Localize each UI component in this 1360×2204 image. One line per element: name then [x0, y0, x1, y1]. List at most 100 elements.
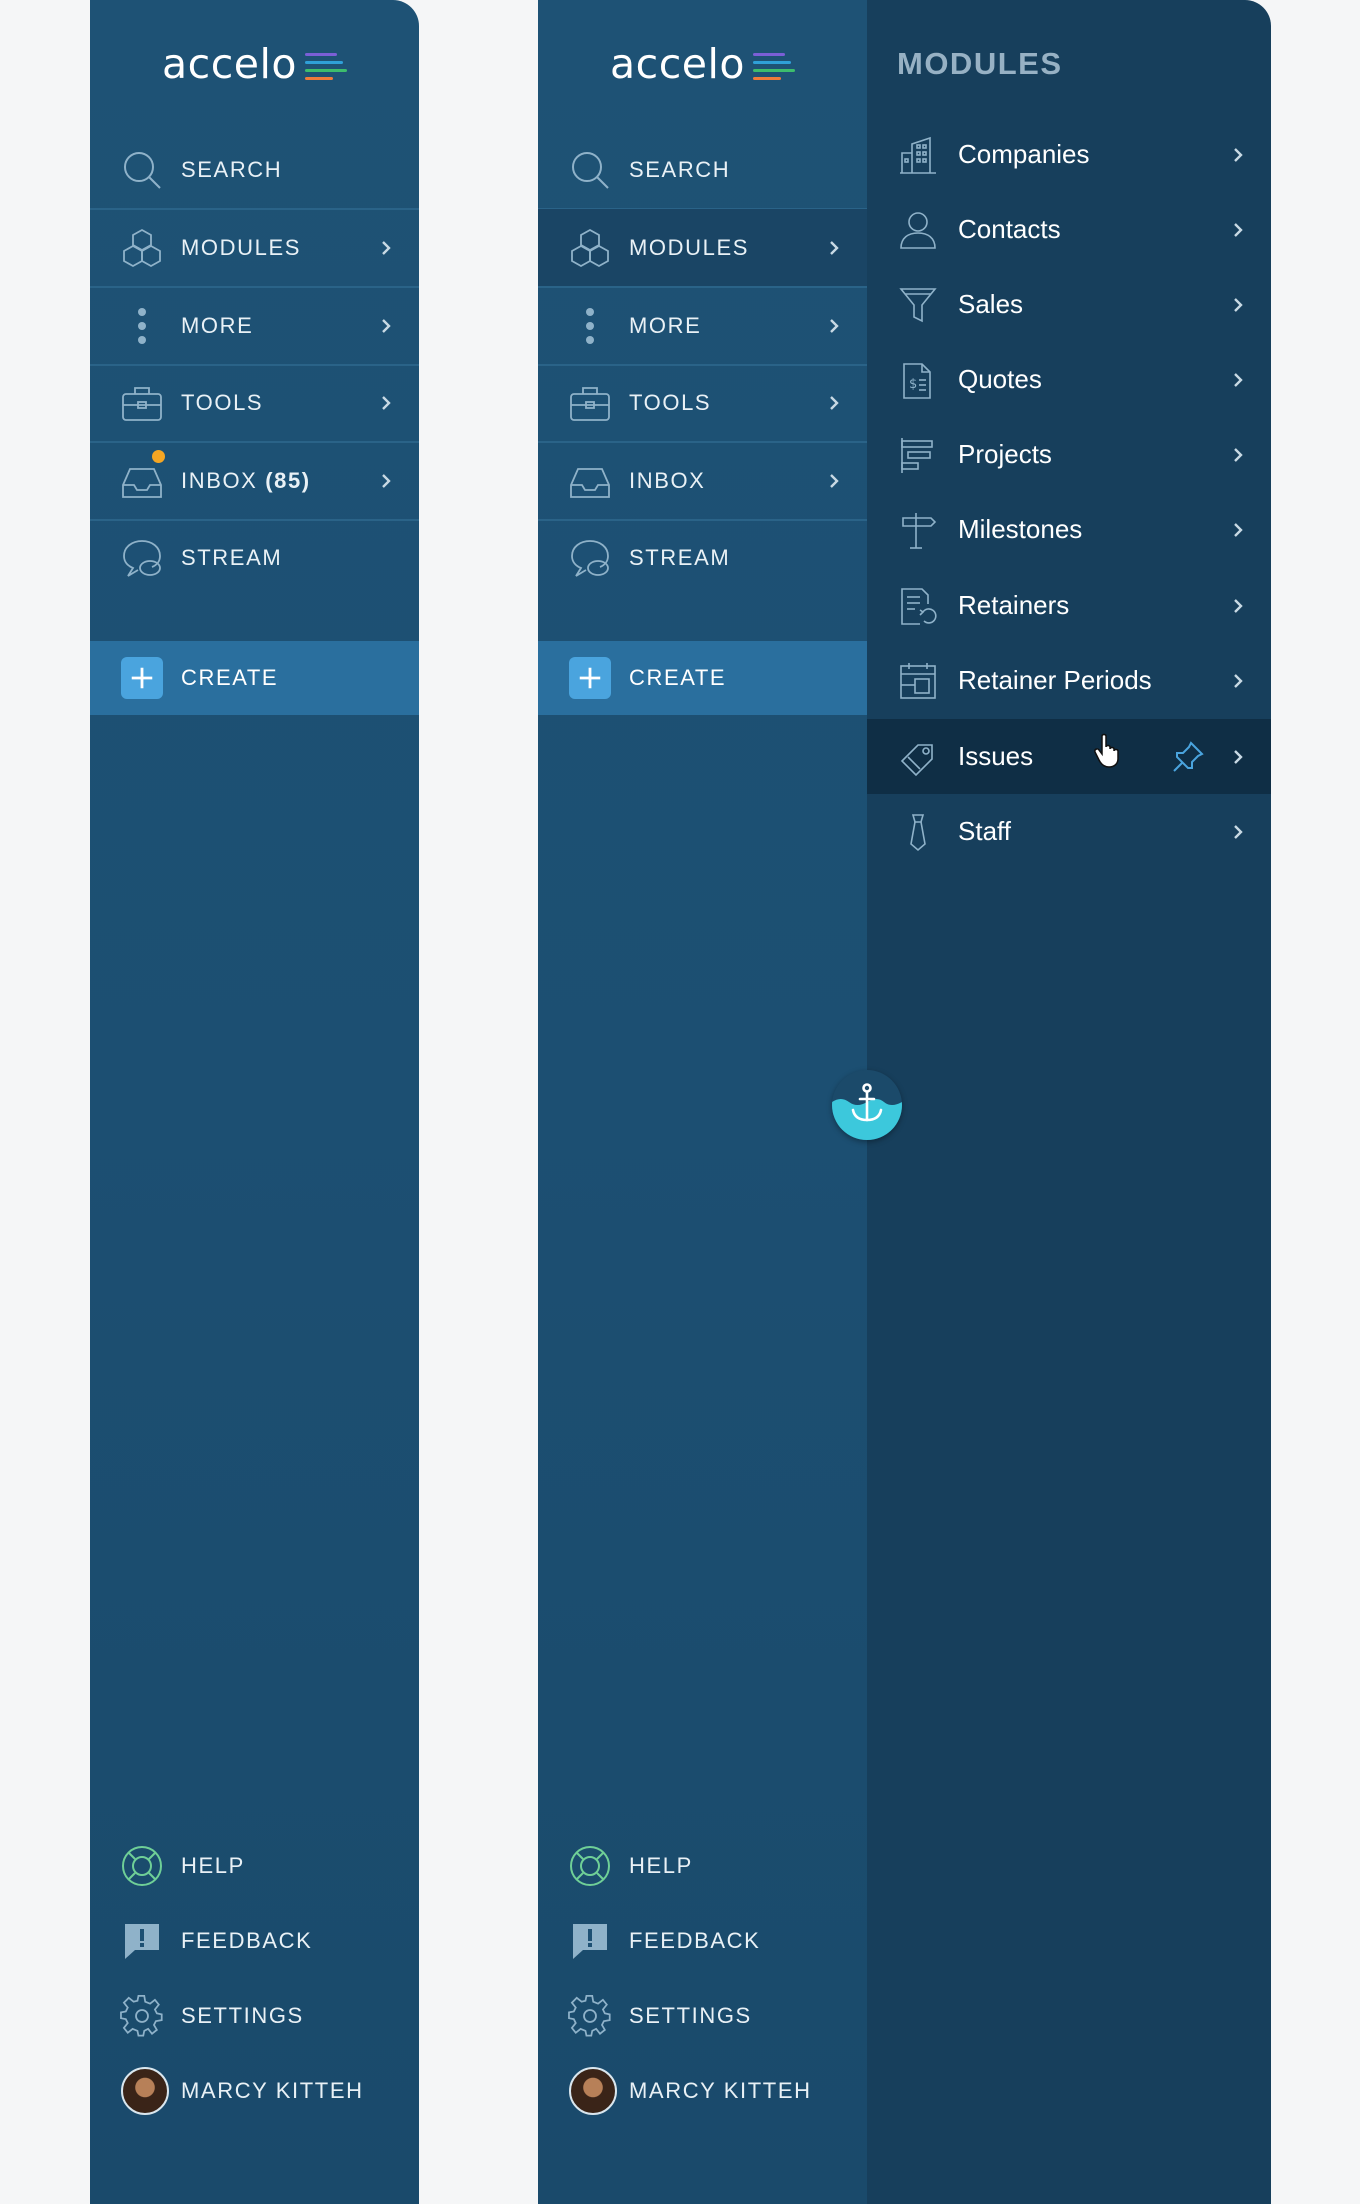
module-item-companies[interactable]: Companies: [867, 117, 1271, 192]
chevron-right-icon: [825, 394, 843, 412]
plus-icon: [121, 657, 163, 699]
module-item-contacts[interactable]: Contacts: [867, 192, 1271, 267]
toolbox-icon: [567, 380, 613, 426]
nav-inbox[interactable]: INBOX (85): [90, 442, 419, 521]
nav-feedback-label: FEEDBACK: [629, 1928, 761, 1953]
logo-text: accelo: [610, 40, 745, 88]
tie-icon: [897, 811, 939, 853]
module-label: Retainer Periods: [958, 665, 1152, 695]
accelo-logo[interactable]: accelo: [538, 34, 867, 94]
chevron-right-icon: [377, 317, 395, 335]
logo-bars-icon: [304, 52, 347, 80]
module-label: Contacts: [958, 214, 1061, 244]
nav-tools-label: TOOLS: [181, 389, 264, 415]
user-name-label: MARCY KITTEH: [181, 2078, 364, 2103]
module-item-retainer-periods[interactable]: Retainer Periods: [867, 643, 1271, 718]
create-label: CREATE: [629, 665, 727, 690]
inbox-icon: [567, 458, 613, 504]
nav-tools[interactable]: TOOLS: [90, 364, 419, 443]
inbox-icon: [119, 458, 165, 504]
accelo-logo[interactable]: accelo: [90, 34, 419, 94]
module-label: Milestones: [958, 514, 1083, 544]
feedback-icon: [567, 1918, 613, 1964]
avatar: [121, 2067, 169, 2115]
module-label: Companies: [958, 139, 1090, 169]
retainer-icon: [897, 585, 939, 627]
nav-inbox-label: INBOX: [629, 467, 706, 493]
create-button[interactable]: CREATE: [538, 641, 867, 715]
chevron-right-icon: [1229, 823, 1247, 841]
help-lifebuoy-icon: [567, 1843, 613, 1889]
chevron-right-icon: [377, 394, 395, 412]
user-name-label: MARCY KITTEH: [629, 2078, 812, 2103]
hand-cursor-icon: [1094, 733, 1119, 768]
stream-chat-icon: [119, 535, 165, 581]
chevron-right-icon: [377, 472, 395, 490]
nav-settings-label: SETTINGS: [181, 2003, 304, 2028]
module-label: Sales: [958, 289, 1024, 319]
nav-inbox[interactable]: INBOX: [538, 442, 867, 521]
anchor-pin-sidebar-button[interactable]: [832, 1070, 902, 1140]
sidebar-expanded: accelo SEARCH MODULES MORE TOOLS INBOX S…: [538, 0, 867, 2204]
nav-feedback[interactable]: FEEDBACK: [538, 1911, 867, 1971]
nav-modules[interactable]: MODULES: [90, 209, 419, 288]
funnel-icon: [897, 284, 939, 326]
svg-text:$: $: [909, 377, 917, 392]
nav-more[interactable]: MORE: [538, 287, 867, 366]
module-label: Issues: [958, 741, 1034, 771]
module-item-milestones[interactable]: Milestones: [867, 492, 1271, 567]
create-button[interactable]: CREATE: [90, 641, 419, 715]
nav-feedback[interactable]: FEEDBACK: [90, 1911, 419, 1971]
nav-modules-label: MODULES: [629, 234, 749, 260]
quote-document-icon: $: [897, 359, 939, 401]
nav-stream-label: STREAM: [629, 544, 731, 570]
help-lifebuoy-icon: [119, 1843, 165, 1889]
nav-feedback-label: FEEDBACK: [181, 1928, 313, 1953]
anchor-icon: [832, 1083, 902, 1140]
chevron-right-icon: [825, 239, 843, 257]
modules-panel-title: MODULES: [897, 46, 1063, 81]
module-item-quotes[interactable]: $ Quotes: [867, 342, 1271, 417]
pin-icon[interactable]: [1171, 740, 1205, 774]
nav-modules[interactable]: MODULES: [538, 209, 867, 288]
chevron-right-icon: [1229, 521, 1247, 539]
modules-panel: MODULES Companies Contacts Sales $ Quote…: [867, 0, 1271, 2204]
chevron-right-icon: [1229, 446, 1247, 464]
nav-search-label: SEARCH: [629, 156, 731, 182]
modules-cubes-icon: [119, 225, 165, 271]
nav-settings[interactable]: SETTINGS: [90, 1986, 419, 2046]
tag-icon: [897, 736, 939, 778]
nav-user-profile[interactable]: MARCY KITTEH: [538, 2061, 867, 2121]
module-label: Projects: [958, 439, 1052, 469]
module-item-issues[interactable]: Issues: [867, 719, 1271, 794]
nav-more[interactable]: MORE: [90, 287, 419, 366]
gear-icon: [119, 1993, 165, 2039]
module-item-staff[interactable]: Staff: [867, 794, 1271, 869]
nav-stream[interactable]: STREAM: [538, 519, 867, 596]
module-item-sales[interactable]: Sales: [867, 267, 1271, 342]
nav-stream-label: STREAM: [181, 544, 283, 570]
nav-search[interactable]: SEARCH: [90, 131, 419, 210]
create-label: CREATE: [181, 665, 279, 690]
nav-modules-label: MODULES: [181, 234, 301, 260]
module-label: Staff: [958, 816, 1012, 846]
modules-cubes-icon: [567, 225, 613, 271]
nav-settings[interactable]: SETTINGS: [538, 1986, 867, 2046]
nav-stream[interactable]: STREAM: [90, 519, 419, 596]
nav-help[interactable]: HELP: [538, 1836, 867, 1896]
chevron-right-icon: [1229, 371, 1247, 389]
stream-chat-icon: [567, 535, 613, 581]
more-dots-icon: [567, 303, 613, 349]
module-item-projects[interactable]: Projects: [867, 417, 1271, 492]
feedback-icon: [119, 1918, 165, 1964]
gear-icon: [567, 1993, 613, 2039]
gantt-icon: [897, 434, 939, 476]
nav-search[interactable]: SEARCH: [538, 131, 867, 210]
nav-settings-label: SETTINGS: [629, 2003, 752, 2028]
nav-help[interactable]: HELP: [90, 1836, 419, 1896]
nav-user-profile[interactable]: MARCY KITTEH: [90, 2061, 419, 2121]
module-item-retainers[interactable]: Retainers: [867, 568, 1271, 643]
nav-tools[interactable]: TOOLS: [538, 364, 867, 443]
nav-help-label: HELP: [181, 1853, 245, 1878]
toolbox-icon: [119, 380, 165, 426]
